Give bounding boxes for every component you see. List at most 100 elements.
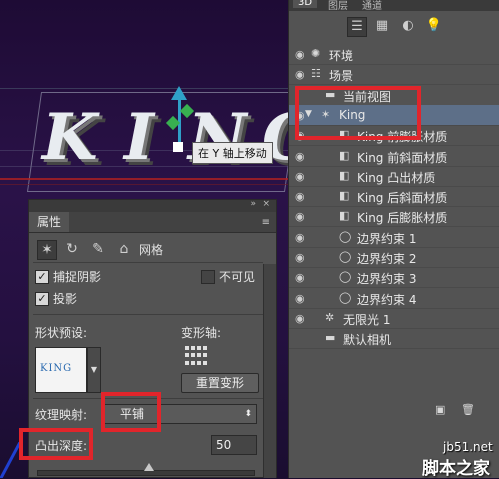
invisible-checkbox[interactable]: 不可见	[201, 268, 255, 285]
highlight-frame	[101, 392, 161, 432]
layer-row[interactable]: ◉ ☷ 场景	[289, 64, 499, 86]
panel-scrollbar[interactable]	[263, 264, 276, 478]
checkbox-label: 捕捉阴影	[53, 270, 102, 284]
visibility-eye-icon[interactable]: ◉	[295, 292, 305, 305]
checkbox-icon[interactable]	[201, 269, 215, 284]
layer-row[interactable]: ▬ 默认相机	[289, 328, 499, 350]
preview-text: KING	[40, 363, 73, 374]
layer-row[interactable]: ◉ ◧ King 凸出材质	[289, 166, 499, 187]
layer-label: 边界约束 2	[357, 252, 417, 266]
divider	[33, 262, 263, 263]
divider	[33, 314, 263, 315]
mesh-mode-icon[interactable]: ✶	[37, 240, 57, 260]
layers-bottom-toolbar: ▣ 🗑	[289, 400, 499, 420]
checkbox-icon[interactable]: ✓	[35, 291, 49, 306]
layer-row[interactable]: ◉ ◯ 边界约束 1	[289, 227, 499, 248]
layer-label: King 后斜面材质	[357, 191, 448, 206]
scene-icon: ☷	[311, 67, 321, 81]
shape-preset-label: 形状预设:	[35, 326, 88, 340]
layer-row[interactable]: ◉ ◧ King 前斜面材质	[289, 146, 499, 167]
cap-mode-icon[interactable]: ✎	[89, 240, 107, 258]
whole-scene-filter-icon[interactable]: ☰	[347, 17, 367, 37]
move-tooltip: 在 Y 轴上移动	[192, 142, 273, 164]
highlight-frame	[295, 86, 421, 140]
layer-row[interactable]: ◉ ◧ King 后斜面材质	[289, 186, 499, 208]
visibility-eye-icon[interactable]: ◉	[295, 170, 305, 183]
extrusion-depth-input[interactable]: 50	[211, 435, 257, 455]
z-axis-line	[0, 441, 22, 478]
layer-label: King 凸出材质	[357, 170, 436, 185]
watermark-site: jb51.net	[443, 440, 493, 454]
layer-row[interactable]: ◉ ◯ 边界约束 3	[289, 267, 499, 289]
preset-dropdown-arrow-icon[interactable]: ▼	[87, 347, 101, 393]
layer-row[interactable]: ◉ ✺ 环境	[289, 44, 499, 65]
visibility-eye-icon[interactable]: ◉	[295, 231, 305, 244]
deform-mode-icon[interactable]: ↻	[63, 240, 81, 258]
scale-handle-icon[interactable]	[173, 142, 183, 152]
chevron-updown-icon: ⬍	[244, 409, 252, 419]
panel-menu-icon[interactable]: ≡	[262, 217, 270, 228]
checkbox-label: 投影	[53, 292, 78, 306]
constraint-icon: ◯	[339, 250, 352, 263]
environment-icon: ✺	[311, 47, 321, 60]
cast-shadow-checkbox[interactable]: ✓ 投影	[35, 290, 77, 307]
capture-shadow-checkbox[interactable]: ✓ 捕捉阴影	[35, 268, 101, 285]
layer-row[interactable]: ◉ ✲ 无限光 1	[289, 308, 499, 329]
layer-row[interactable]: ◉ ◯ 边界约束 4	[289, 288, 499, 309]
shape-preset-preview[interactable]: KING	[35, 347, 87, 393]
visibility-eye-icon[interactable]: ◉	[295, 68, 305, 81]
visibility-eye-icon[interactable]: ◉	[295, 210, 305, 223]
light-filter-icon[interactable]: 💡	[425, 17, 443, 35]
material-icon: ◧	[339, 209, 350, 223]
mode-label: 网格	[139, 243, 164, 257]
visibility-eye-icon[interactable]: ◉	[295, 48, 305, 61]
layer-label: 环境	[329, 49, 354, 63]
layer-row[interactable]: ◉ ◯ 边界约束 2	[289, 247, 499, 268]
properties-panel: » × 属性 ≡ ✶ ↻ ✎ ⌂ 网格 ✓ 捕捉阴影 不可见 ✓ 投影 形状预设…	[19, 199, 277, 478]
properties-mode-row: ✶ ↻ ✎ ⌂ 网格	[29, 233, 276, 263]
horizon-line	[0, 88, 290, 89]
layer-label: 无限光 1	[343, 312, 391, 327]
coordinates-mode-icon[interactable]: ⌂	[115, 240, 133, 258]
visibility-eye-icon[interactable]: ◉	[295, 190, 305, 203]
layer-row[interactable]: ◉ ◧ King 后膨胀材质	[289, 206, 499, 228]
mesh-filter-icon[interactable]: ▦	[373, 17, 391, 35]
layer-label: 边界约束 4	[357, 292, 417, 307]
visibility-eye-icon[interactable]: ◉	[295, 251, 305, 264]
material-icon: ◧	[339, 189, 350, 203]
collapse-icon[interactable]: »	[250, 199, 256, 209]
delete-icon[interactable]: 🗑	[461, 403, 475, 416]
slider-thumb[interactable]	[144, 463, 155, 471]
constraint-icon: ◯	[339, 270, 352, 284]
layer-label: 边界约束 1	[357, 231, 417, 246]
watermark-name: 脚本之家	[422, 459, 490, 479]
y-axis-arrow-icon[interactable]	[171, 86, 187, 100]
deform-axis-label: 变形轴:	[181, 326, 222, 340]
new-layer-icon[interactable]: ▣	[435, 403, 445, 416]
visibility-eye-icon[interactable]: ◉	[295, 271, 305, 284]
layer-label: 场景	[329, 69, 354, 84]
ground-plane-line	[0, 184, 290, 185]
deform-axis-grid-icon[interactable]	[185, 346, 207, 366]
visibility-eye-icon[interactable]: ◉	[295, 312, 305, 325]
highlight-frame	[19, 428, 93, 460]
layer-label: 默认相机	[343, 333, 392, 348]
y-axis-gizmo[interactable]	[178, 96, 181, 142]
tab-3d[interactable]: 3D	[293, 0, 318, 8]
3d-letter-i: I	[124, 100, 154, 175]
constraint-icon: ◯	[339, 229, 352, 243]
reset-deform-button[interactable]: 重置变形	[181, 373, 259, 393]
close-icon[interactable]: ×	[262, 199, 270, 209]
tab-properties[interactable]: 属性	[29, 212, 70, 232]
panel-titlebar[interactable]: » ×	[29, 199, 276, 212]
camera-icon: ▬	[325, 331, 336, 345]
visibility-eye-icon[interactable]: ◉	[295, 150, 305, 163]
constraint-icon: ◯	[339, 290, 352, 304]
checkbox-label: 不可见	[219, 270, 256, 284]
texture-map-label: 纹理映射:	[35, 408, 88, 422]
material-filter-icon[interactable]: ◐	[399, 17, 417, 35]
checkbox-icon[interactable]: ✓	[35, 269, 49, 284]
light-icon: ✲	[325, 310, 335, 324]
properties-tab-row: 属性 ≡	[29, 212, 276, 233]
material-icon: ◧	[339, 168, 350, 182]
